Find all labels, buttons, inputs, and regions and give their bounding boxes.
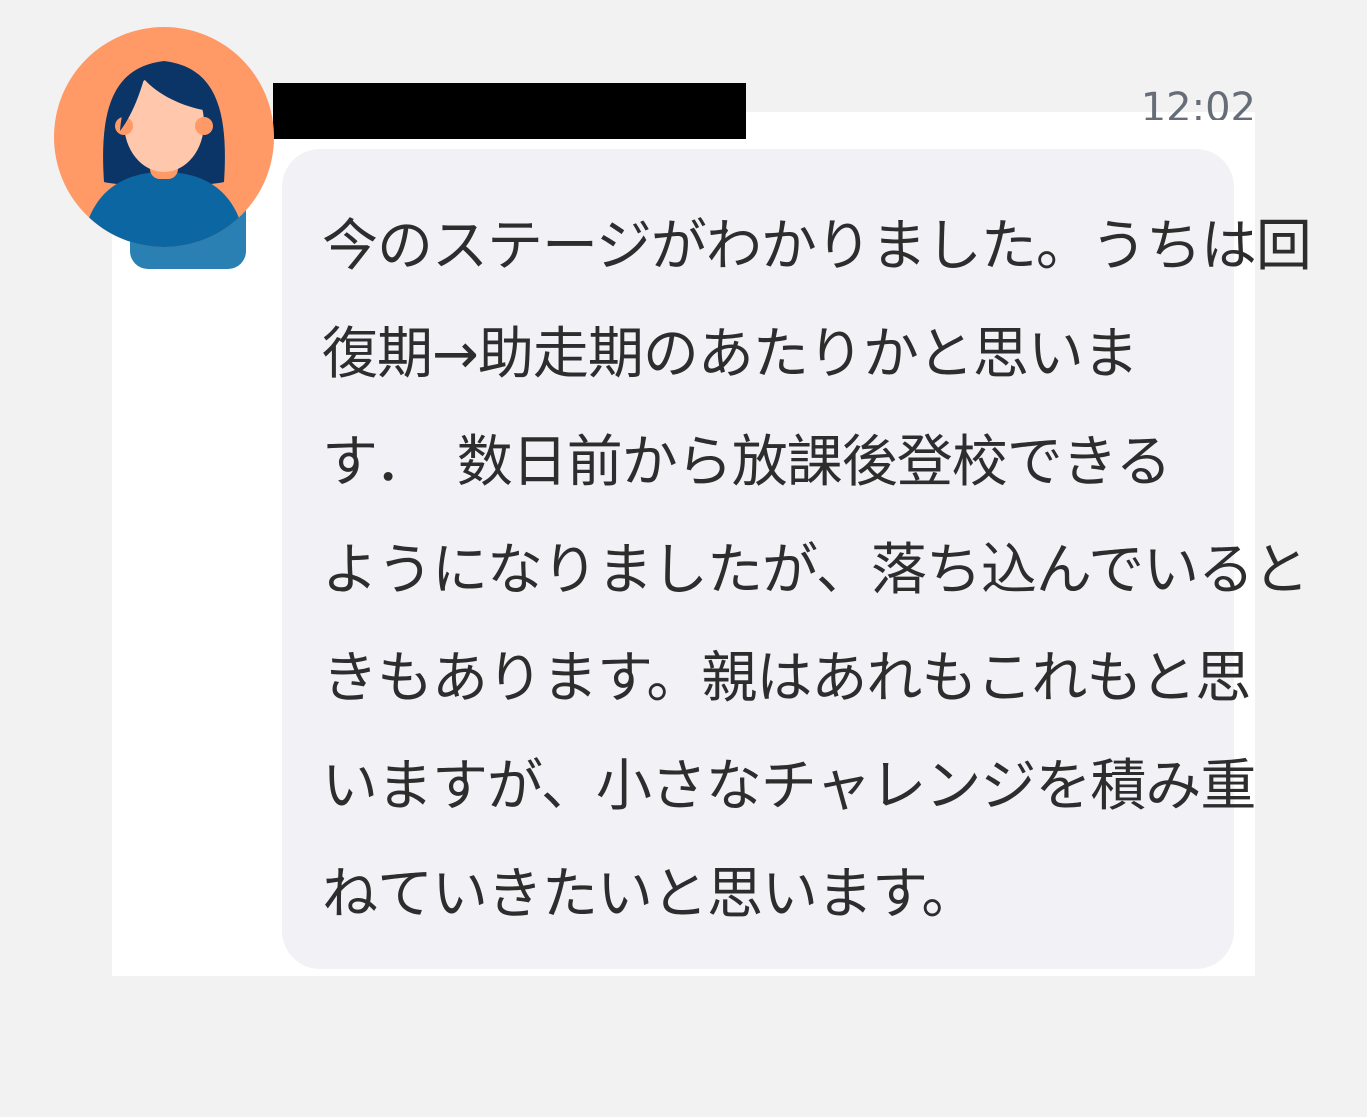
message-bubble: 今のステージがわかりました。うちは回 復期→助走期のあたりかと思いま す． 数日… <box>282 149 1312 969</box>
woman-avatar-icon[interactable] <box>54 27 274 247</box>
message-line: ようになりましたが、落ち込んでいると <box>322 538 1309 603</box>
message-line: きもあります。親はあれもこれもと思 <box>322 646 1251 711</box>
redacted-sender-name <box>273 83 746 139</box>
message-line: ねていきたいと思います。 <box>322 862 977 927</box>
message-line: いますが、小さなチャレンジを積み重 <box>322 754 1256 819</box>
message-line: 復期→助走期のあたりかと思いま <box>322 322 1139 387</box>
message-line: す． 数日前から放課後登校できる <box>322 430 1172 495</box>
message-line: 今のステージがわかりました。うちは回 <box>322 214 1312 279</box>
message-timestamp: 12:02 <box>1140 85 1256 120</box>
